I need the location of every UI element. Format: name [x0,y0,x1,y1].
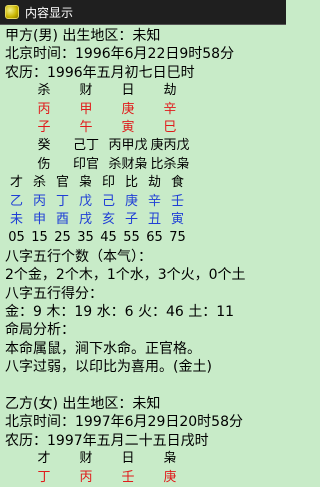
person1-hidden-gods-row: 伤 印官 杀财枭 比杀枭 [5,156,286,174]
person1-hidden-stems-row: 癸 己丁 丙甲戊 庚丙戊 [5,137,286,155]
dayun-branch: 寅 [170,212,184,228]
hidden-stem: 己丁 [72,138,99,154]
dayun-stem: 戊 [78,193,92,209]
dayun-branch: 未 [9,212,23,228]
person2-header: 乙方(女) 出生地区：未知 [5,395,161,412]
earthly-branch: 午 [79,119,93,135]
app-icon [5,5,19,19]
dayun-age: 75 [169,230,186,246]
dayun-stems-row: 乙 丙 丁 戊 己 庚 辛 壬 [5,193,286,211]
window-titlebar: 内容显示 [0,0,286,25]
hidden-god: 伤 [37,156,51,172]
hidden-stem: 癸 [37,138,51,154]
dayun-god: 食 [170,175,184,191]
main-god: 财 [79,83,93,99]
dayun-age: 35 [77,230,94,246]
hidden-stem: 庚丙戊 [150,138,190,154]
person2-beijing-time: 北京时间：1997年6月29日20时58分 [5,414,243,431]
main-god: 才 [37,451,51,467]
dayun-god: 官 [55,175,69,191]
hidden-god: 比杀枭 [150,156,190,172]
analysis-line-1: 本命属鼠，涧下水命。正官格。 [5,340,201,357]
dayun-branches-row: 未 申 酉 戌 亥 子 丑 寅 [5,211,286,229]
heavenly-stem: 丙 [79,469,93,485]
person2-lunar-time: 农历：1997年五月二十五日戌时 [5,432,209,449]
dayun-god: 杀 [32,175,46,191]
dayun-god: 枭 [78,175,92,191]
hidden-god: 杀财枭 [108,156,148,172]
wuxing-count: 2个金，2个木，1个水，3个火，0个土 [5,267,246,284]
dayun-stem: 壬 [170,193,184,209]
dayun-branch: 丑 [147,212,161,228]
window-title: 内容显示 [25,5,74,20]
main-god: 杀 [37,83,51,99]
dayun-gods-row: 才 杀 官 枭 印 比 劫 食 [5,174,286,192]
main-god: 日 [121,83,135,99]
dayun-stem: 乙 [9,193,23,209]
hidden-god: 印官 [72,156,99,172]
wuxing-count-title: 八字五行个数（本气）： [5,248,152,265]
dayun-age: 25 [54,230,71,246]
heavenly-stem: 丙 [37,101,51,117]
dayun-god: 才 [9,175,23,191]
dayun-stem: 丙 [32,193,46,209]
person1-branches-row: 子 午 寅 巳 [5,119,286,137]
dayun-age: 55 [123,230,140,246]
hidden-stem: 丙甲戊 [108,138,148,154]
earthly-branch: 寅 [121,119,135,135]
dayun-branch: 酉 [55,212,69,228]
earthly-branch: 子 [37,119,51,135]
dayun-age: 05 [8,230,25,246]
main-god: 劫 [163,83,177,99]
dayun-age: 45 [100,230,117,246]
dayun-god: 劫 [147,175,161,191]
earthly-branch: 巳 [163,119,177,135]
dayun-branch: 亥 [101,212,115,228]
wuxing-score-title: 八字五行得分： [5,285,103,302]
dayun-age: 15 [31,230,48,246]
main-god: 枭 [163,451,177,467]
wuxing-score: 金：9 木：19 水：6 火：46 土：11 [5,304,235,320]
heavenly-stem: 甲 [79,101,93,117]
heavenly-stem: 庚 [163,469,177,485]
dayun-ages-row: 05 15 25 35 45 55 65 75 [5,229,286,247]
person1-beijing-time: 北京时间：1996年6月22日9时58分 [5,46,235,63]
heavenly-stem: 辛 [163,101,177,117]
dayun-branch: 子 [124,212,138,228]
person1-header: 甲方(男) 出生地区：未知 [5,28,161,44]
dayun-age: 65 [146,230,163,246]
main-god: 日 [121,451,135,467]
dayun-god: 印 [101,175,115,191]
heavenly-stem: 丁 [37,469,51,485]
dayun-branch: 戌 [78,212,92,228]
content-area[interactable]: 甲方(男) 出生地区：未知 北京时间：1996年6月22日9时58分 农历：19… [0,25,286,487]
dayun-god: 比 [124,175,138,191]
dayun-stem: 庚 [124,193,138,209]
dayun-stem: 己 [101,193,115,209]
person2-main-gods-row: 才 财 日 枭 [5,450,286,468]
dayun-branch: 申 [32,212,46,228]
analysis-title: 命局分析： [5,322,75,339]
dayun-stem: 辛 [147,193,161,209]
person1-stems-row: 丙 甲 庚 辛 [5,101,286,119]
main-god: 财 [79,451,93,467]
heavenly-stem: 庚 [121,101,135,117]
person1-main-gods-row: 杀 财 日 劫 [5,82,286,100]
heavenly-stem: 壬 [121,469,135,485]
person1-lunar-time: 农历：1996年五月初七日巳时 [5,64,195,81]
dayun-stem: 丁 [55,193,69,209]
person2-stems-row: 丁 丙 壬 庚 [5,469,286,487]
analysis-line-2: 八字过弱，以印比为喜用。(金土) [5,359,212,376]
